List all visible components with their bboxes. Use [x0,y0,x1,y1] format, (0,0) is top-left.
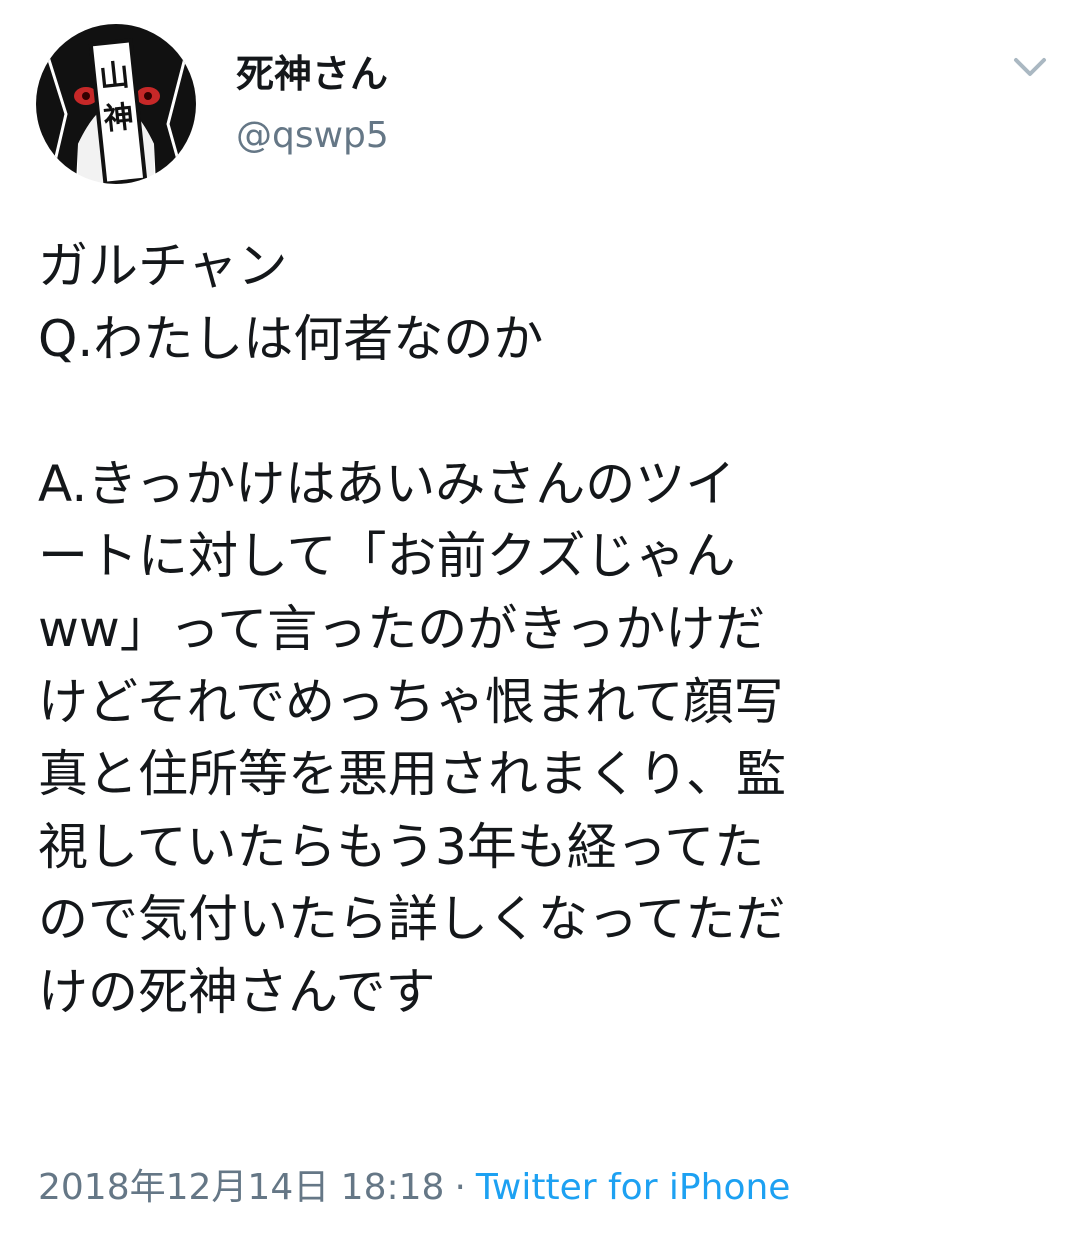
tweet-text: ガルチャン Q.わたしは何者なのか A.きっかけはあいみさんのツイ ートに対して… [38,230,1048,1029]
tweet-text-line: けどそれでめっちゃ恨まれて顔写 [38,672,784,731]
avatar-image: 山 神 [36,24,196,184]
tweet-text-line: A.きっかけはあいみさんのツイ [38,454,736,513]
tweet: 山 神 死神さん @qswp5 ガルチャン Q.わたしは何者なのか A.きっかけ… [0,0,1080,1246]
avatar-lettering-2: 神 [102,99,135,137]
tweet-text-line: 視していたらもう3年も経ってた [38,817,765,876]
tweet-source-link[interactable]: Twitter for iPhone [476,1167,791,1208]
tweet-text-line: ガルチャン [38,237,288,295]
tweet-text-line: ので気付いたら詳しくなってただ [38,890,786,949]
chevron-down-icon[interactable] [1006,48,1054,88]
tweet-timestamp[interactable]: 2018年12月14日 18:18 [38,1167,444,1208]
tweet-meta: 2018年12月14日 18:18 · Twitter for iPhone [38,1160,790,1216]
display-name[interactable]: 死神さん [236,44,388,104]
tweet-text-line: ートに対して「お前クズじゃん [38,527,736,586]
avatar-lettering-1: 山 [98,58,131,96]
tweet-text-line: 真と住所等を悪用されまくり、監 [38,745,786,804]
tweet-text-line: けの死神さんです [38,962,436,1021]
tweet-text-line: ww」って言ったのがきっかけだ [38,599,766,658]
user-handle[interactable]: @qswp5 [236,108,389,164]
tweet-text-line [38,375,1048,448]
avatar[interactable]: 山 神 [36,24,196,184]
meta-separator: · [454,1167,466,1208]
tweet-text-line: Q.わたしは何者なのか [38,309,544,368]
